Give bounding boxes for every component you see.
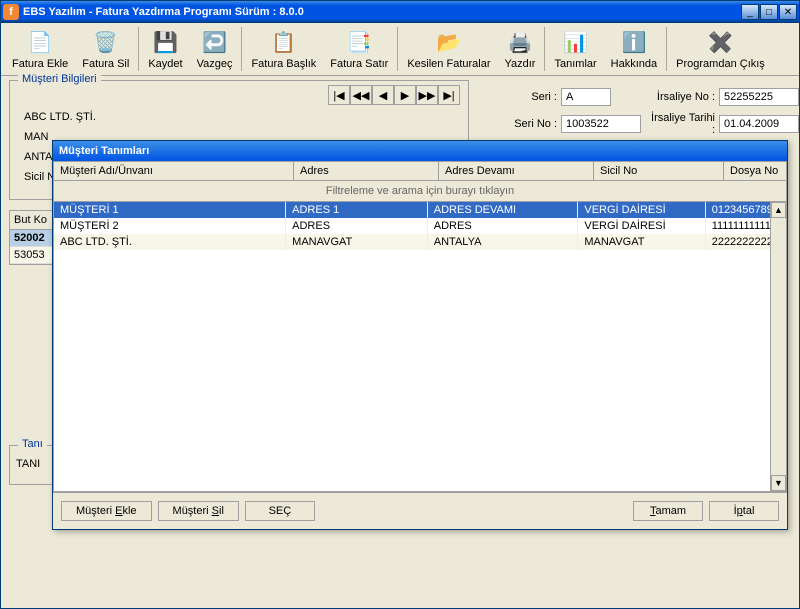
items-grid-partial: But Ko 52002 53053	[9, 210, 53, 265]
invoices-icon: 📂	[435, 28, 463, 56]
scroll-up-icon[interactable]: ▲	[771, 202, 786, 218]
nav-next-page-button[interactable]: ▶▶	[416, 85, 438, 105]
toolbar-separator	[544, 27, 545, 71]
irsaliye-tarihi-input[interactable]	[719, 115, 799, 133]
nav-first-button[interactable]: |◀	[328, 85, 350, 105]
musteri-bilgileri-legend: Müşteri Bilgileri	[18, 73, 101, 85]
irsaliye-no-label: İrsaliye No :	[615, 91, 715, 103]
musteri-tanimlari-dialog: Müşteri Tanımları Müşteri Adı/Ünvanı Adr…	[52, 140, 788, 530]
table-row[interactable]: ABC LTD. ŞTİ. MANAVGAT ANTALYA MANAVGAT …	[54, 234, 786, 250]
col-musteri-adi[interactable]: Müşteri Adı/Ünvanı	[54, 162, 294, 181]
kesilen-faturalar-button[interactable]: 📂 Kesilen Faturalar	[400, 25, 497, 73]
yazdir-button[interactable]: 🖨️ Yazdır	[498, 25, 543, 73]
col-adres-devami[interactable]: Adres Devamı	[439, 162, 594, 181]
toolbar-separator	[241, 27, 242, 71]
window-title: EBS Yazılım - Fatura Yazdırma Programı S…	[23, 6, 741, 18]
items-row[interactable]: 53053	[10, 247, 52, 264]
items-row[interactable]: 52002	[10, 230, 52, 247]
app-icon: f	[3, 4, 19, 20]
row-icon: 📑	[345, 28, 373, 56]
cikis-button[interactable]: ✖️ Programdan Çıkış	[669, 25, 772, 73]
close-button[interactable]: ✕	[779, 4, 797, 20]
kaydet-button[interactable]: 💾 Kaydet	[141, 25, 189, 73]
nav-last-button[interactable]: ▶|	[438, 85, 460, 105]
print-icon: 🖨️	[506, 28, 534, 56]
document-add-icon: 📄	[26, 28, 54, 56]
musteri-sil-button[interactable]: Müşteri Sil	[158, 501, 239, 521]
items-column-barkod[interactable]: But Ko	[10, 211, 52, 230]
seri-label: Seri :	[477, 91, 557, 103]
customer-grid: Müşteri Adı/Ünvanı Adres Adres Devamı Si…	[53, 161, 787, 202]
fatura-baslik-button[interactable]: 📋 Fatura Başlık	[244, 25, 323, 73]
info-icon: ℹ️	[620, 28, 648, 56]
customer-name: ABC LTD. ŞTİ.	[24, 111, 462, 123]
seri-no-input[interactable]	[561, 115, 641, 133]
tani-legend: Tanı	[18, 438, 47, 450]
nav-next-button[interactable]: ▶	[394, 85, 416, 105]
maximize-button[interactable]: □	[760, 4, 778, 20]
nav-prev-button[interactable]: ◀	[372, 85, 394, 105]
table-row[interactable]: MÜŞTERİ 2 ADRES ADRES VERGİ DAİRESİ 1111…	[54, 218, 786, 234]
nav-prev-page-button[interactable]: ◀◀	[350, 85, 372, 105]
fatura-satir-button[interactable]: 📑 Fatura Satır	[323, 25, 395, 73]
minimize-button[interactable]: _	[741, 4, 759, 20]
toolbar-separator	[397, 27, 398, 71]
header-icon: 📋	[270, 28, 298, 56]
sec-button[interactable]: SEÇ	[245, 501, 315, 521]
scroll-down-icon[interactable]: ▼	[771, 475, 786, 491]
hakkinda-button[interactable]: ℹ️ Hakkında	[604, 25, 664, 73]
exit-icon: ✖️	[706, 28, 734, 56]
musteri-ekle-button[interactable]: Müşteri Ekle	[61, 501, 152, 521]
col-dosya-no[interactable]: Dosya No	[724, 162, 787, 181]
document-delete-icon: 🗑️	[92, 28, 120, 56]
filter-row[interactable]: Filtreleme ve arama için burayı tıklayın	[54, 181, 787, 202]
main-toolbar: 📄 Fatura Ekle 🗑️ Fatura Sil 💾 Kaydet ↩️ …	[1, 23, 799, 76]
fatura-sil-button[interactable]: 🗑️ Fatura Sil	[75, 25, 136, 73]
toolbar-separator	[138, 27, 139, 71]
col-sicil-no[interactable]: Sicil No	[594, 162, 724, 181]
tani-value: TANI	[16, 458, 46, 470]
cancel-icon: ↩️	[201, 28, 229, 56]
grid-scrollbar[interactable]: ▲ ▼	[770, 202, 786, 491]
fatura-ekle-button[interactable]: 📄 Fatura Ekle	[5, 25, 75, 73]
record-navigator: |◀ ◀◀ ◀ ▶ ▶▶ ▶|	[328, 85, 460, 105]
dialog-title: Müşteri Tanımları	[53, 141, 787, 161]
seri-no-label: Seri No :	[477, 118, 557, 130]
window-titlebar: f EBS Yazılım - Fatura Yazdırma Programı…	[1, 1, 799, 23]
seri-input[interactable]	[561, 88, 611, 106]
toolbar-separator	[666, 27, 667, 71]
iptal-button[interactable]: İptal	[709, 501, 779, 521]
tamam-button[interactable]: Tamam	[633, 501, 703, 521]
tanimlar-button[interactable]: 📊 Tanımlar	[547, 25, 603, 73]
tani-group: Tanı TANI	[9, 445, 53, 485]
save-icon: 💾	[151, 28, 179, 56]
list-icon: 📊	[562, 28, 590, 56]
col-adres[interactable]: Adres	[294, 162, 439, 181]
table-row[interactable]: MÜŞTERİ 1 ADRES 1 ADRES DEVAMI VERGİ DAİ…	[54, 202, 786, 218]
irsaliye-tarihi-label: İrsaliye Tarihi :	[645, 112, 715, 136]
irsaliye-no-input[interactable]	[719, 88, 799, 106]
vazgec-button[interactable]: ↩️ Vazgeç	[190, 25, 240, 73]
